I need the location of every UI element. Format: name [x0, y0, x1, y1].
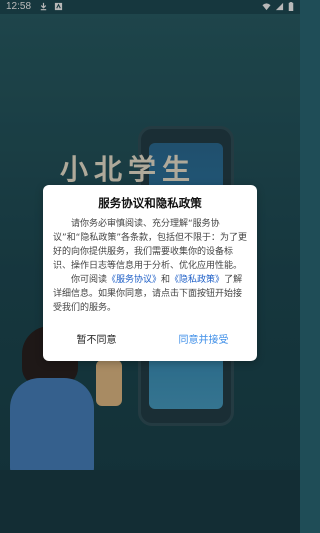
- dialog-title: 服务协议和隐私政策: [98, 196, 202, 210]
- accept-button[interactable]: 同意并接受: [150, 333, 257, 349]
- para2-prefix: 你可阅读: [71, 275, 108, 285]
- dialog-actions: 暂不同意 同意并接受: [43, 333, 257, 349]
- para2-and: 和: [161, 275, 171, 285]
- dialog-body: 请你务必审慎阅读、充分理解“服务协议”和“隐私政策”各条款，包括但不限于：为了更…: [53, 217, 249, 315]
- privacy-consent-dialog: 服务协议和隐私政策 请你务必审慎阅读、充分理解“服务协议”和“隐私政策”各条款，…: [43, 185, 257, 361]
- dialog-paragraph-2: 你可阅读《服务协议》和《隐私政策》了解详细信息。如果你同意，请点击下面按钮开始接…: [53, 273, 249, 315]
- dialog-paragraph-1: 请你务必审慎阅读、充分理解“服务协议”和“隐私政策”各条款，包括但不限于：为了更…: [53, 219, 247, 271]
- privacy-policy-link[interactable]: 《隐私政策》: [170, 275, 224, 285]
- service-agreement-link[interactable]: 《服务协议》: [107, 275, 161, 285]
- decline-button[interactable]: 暂不同意: [43, 333, 150, 349]
